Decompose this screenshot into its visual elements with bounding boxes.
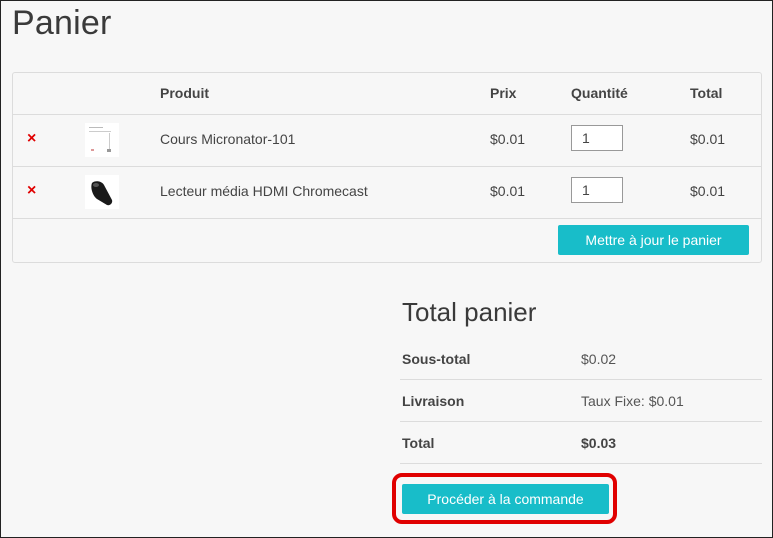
chromecast-thumbnail-icon[interactable] <box>85 175 119 209</box>
table-row: × Lecteur média HDMI Chromecast $0.01 $0… <box>13 167 761 219</box>
subtotal-value: $0.02 <box>581 351 617 367</box>
shipping-value: Taux Fixe: $0.01 <box>581 393 684 409</box>
order-total-row: Total $0.03 <box>400 422 762 464</box>
cart-table: Produit Prix Quantité Total × Cours Micr… <box>12 72 762 263</box>
remove-item-icon[interactable]: × <box>27 130 36 148</box>
table-row: × Cours Micronator-101 $0.01 $0.01 <box>13 115 761 167</box>
line-total: $0.01 <box>690 131 726 147</box>
quantity-input[interactable] <box>571 177 623 203</box>
page-title: Panier <box>12 4 112 42</box>
quantity-input[interactable] <box>571 125 623 151</box>
shipping-row: Livraison Taux Fixe: $0.01 <box>400 380 762 422</box>
document-thumbnail-icon[interactable] <box>85 123 119 157</box>
product-price: $0.01 <box>490 131 526 147</box>
header-product: Produit <box>160 85 209 101</box>
update-cart-button[interactable]: Mettre à jour le panier <box>558 225 749 255</box>
header-price: Prix <box>490 85 517 101</box>
order-total-label: Total <box>402 435 435 451</box>
product-name-link[interactable]: Lecteur média HDMI Chromecast <box>160 183 368 199</box>
shipping-label: Livraison <box>402 393 465 409</box>
header-quantity: Quantité <box>571 85 628 101</box>
window-frame: Panier Produit Prix Quantité Total × Cou… <box>0 0 773 538</box>
product-price: $0.01 <box>490 183 526 199</box>
cart-actions: Mettre à jour le panier <box>13 219 761 263</box>
cart-table-header: Produit Prix Quantité Total <box>13 73 761 115</box>
order-total-value: $0.03 <box>581 435 617 451</box>
proceed-to-checkout-button[interactable]: Procéder à la commande <box>402 484 609 514</box>
line-total: $0.01 <box>690 183 726 199</box>
subtotal-label: Sous-total <box>402 351 471 367</box>
product-name-link[interactable]: Cours Micronator-101 <box>160 131 295 147</box>
remove-item-icon[interactable]: × <box>27 182 36 200</box>
header-total: Total <box>690 85 723 101</box>
cart-totals-title: Total panier <box>402 297 537 327</box>
subtotal-row: Sous-total $0.02 <box>400 338 762 380</box>
